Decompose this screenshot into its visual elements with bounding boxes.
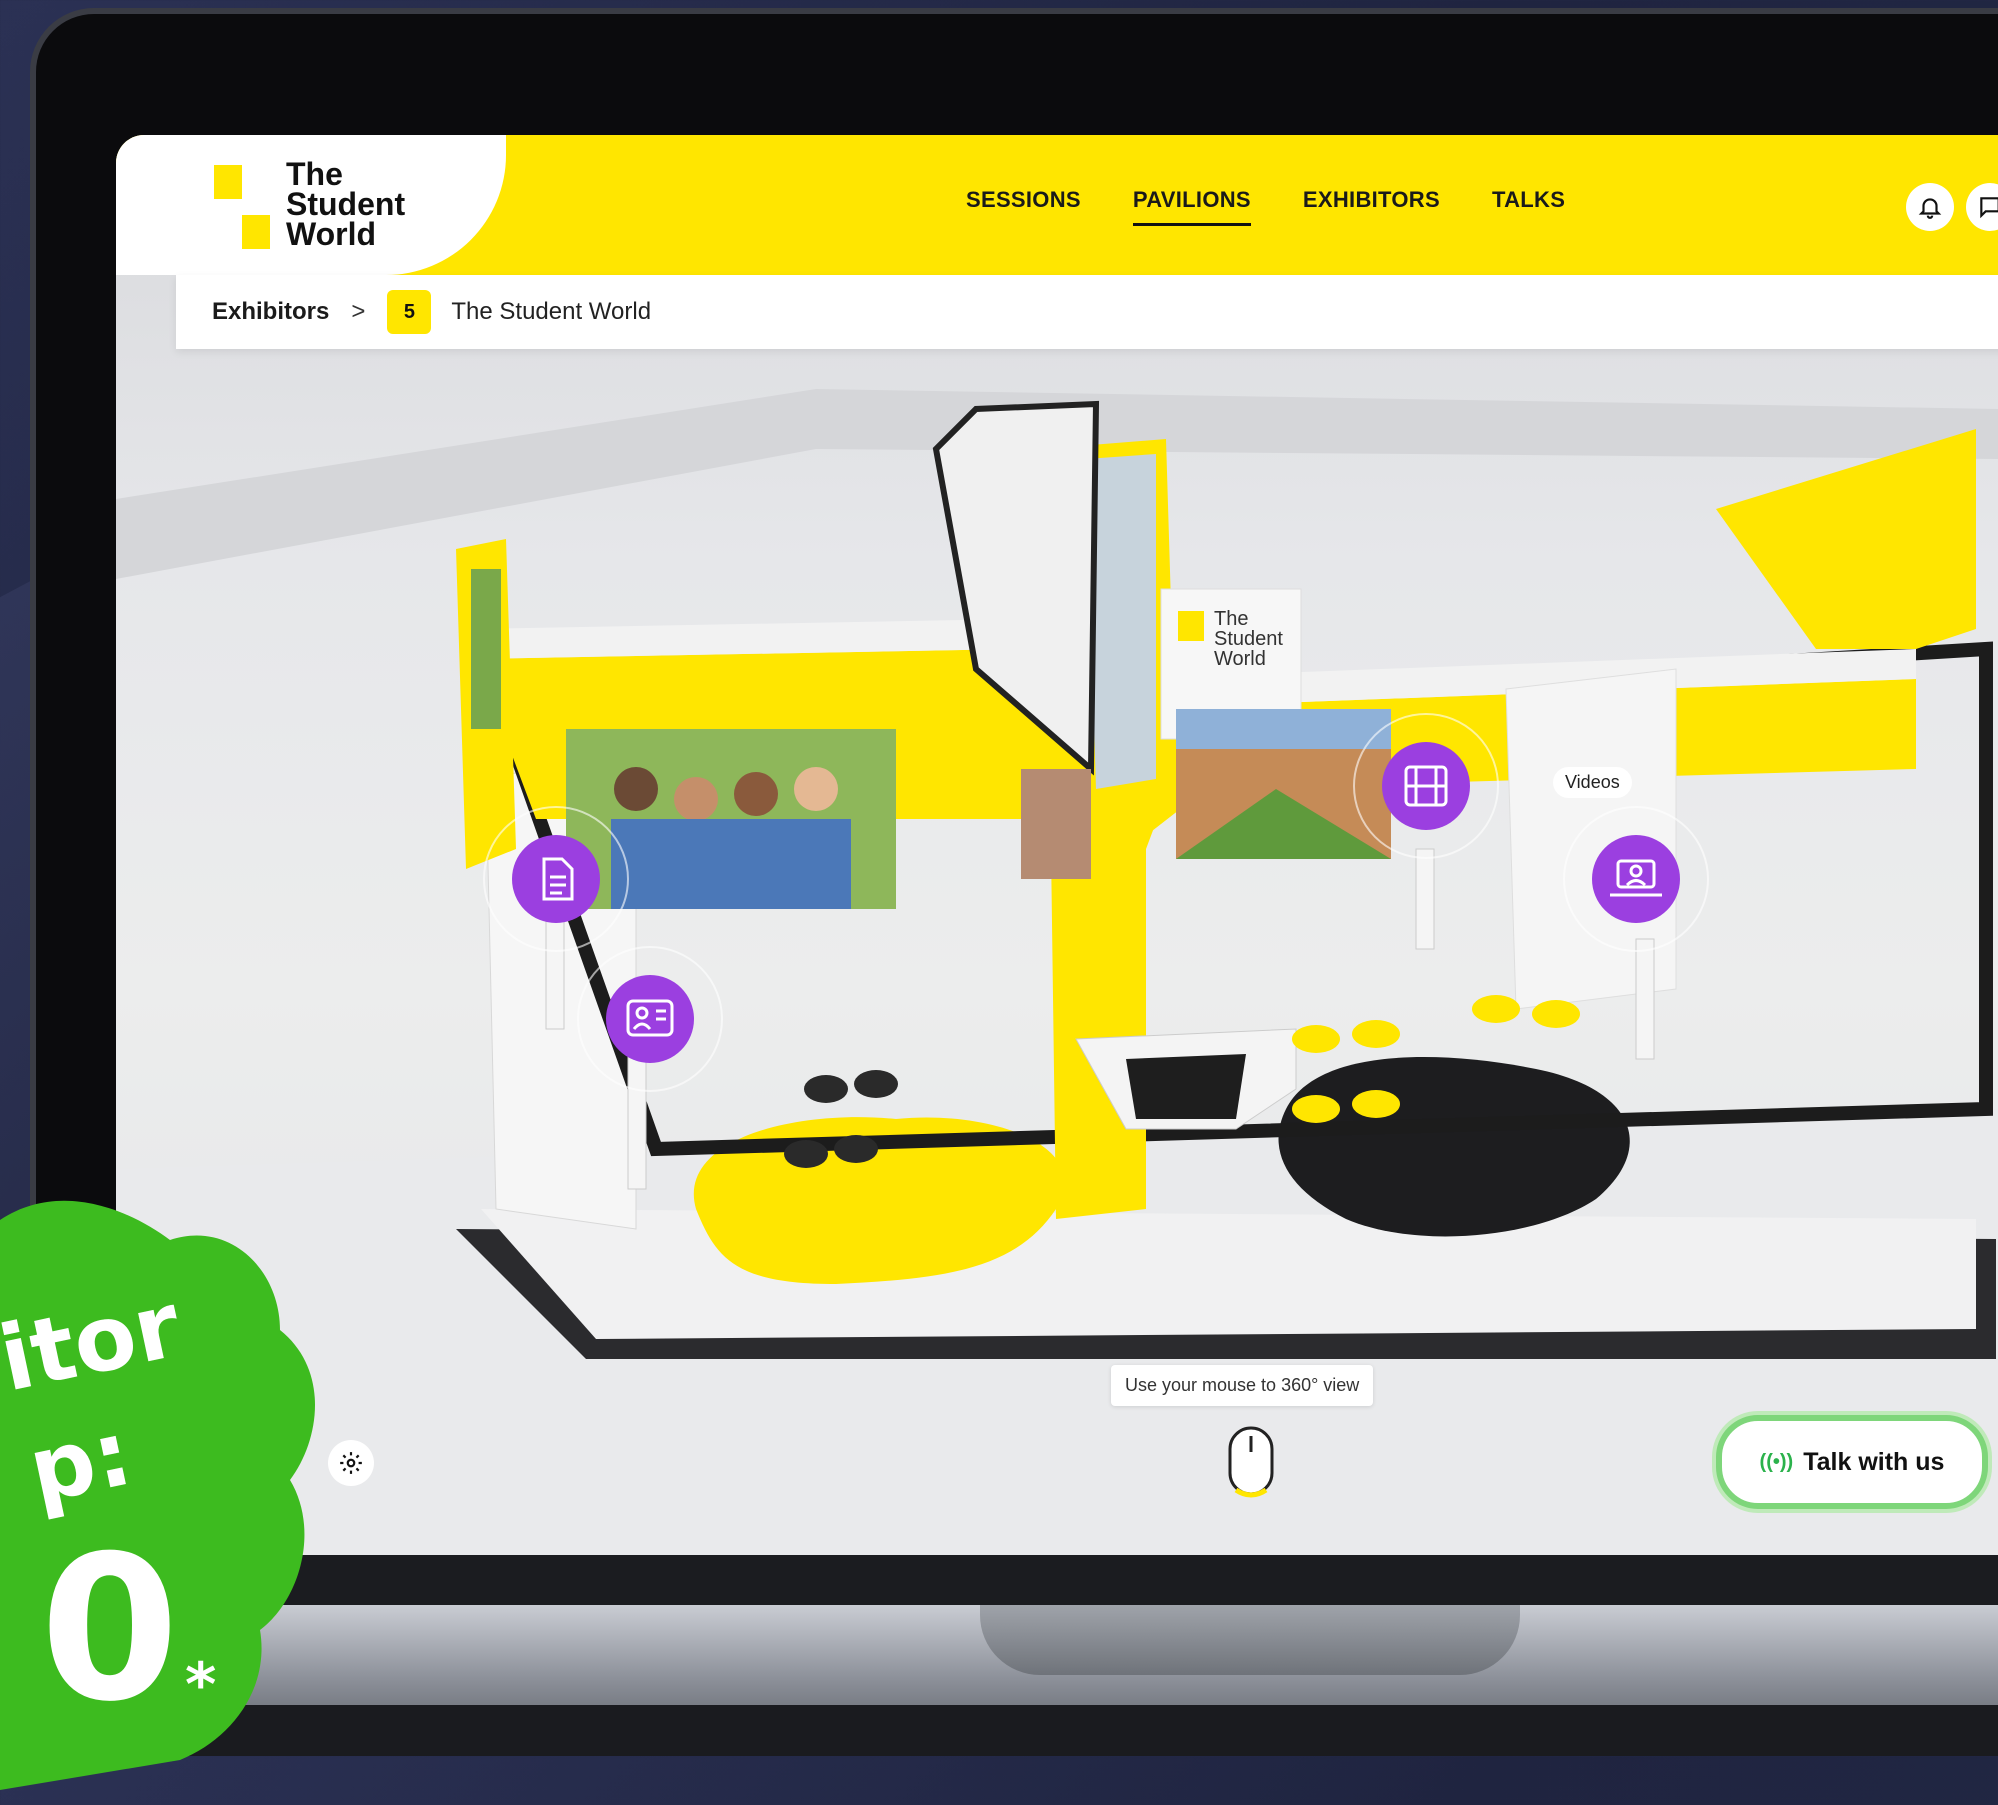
bell-icon[interactable]: [1906, 183, 1954, 231]
promo-asterisk: *: [185, 1650, 217, 1720]
logo-text: The Student World: [286, 156, 486, 252]
breadcrumb-exhibitors[interactable]: Exhibitors: [212, 298, 329, 326]
promo-line-3: 0: [40, 1513, 180, 1746]
side-photo: [1021, 769, 1091, 879]
broadcast-icon: ((•)): [1759, 1450, 1794, 1473]
logo-line-3: World: [286, 216, 377, 252]
booth-sign-line-3: World: [1214, 648, 1266, 670]
logo-mark-icon: [214, 165, 270, 249]
logo[interactable]: The Student World: [116, 135, 506, 275]
laptop-notch: [980, 1605, 1520, 1675]
videos-tooltip: Videos: [1553, 767, 1632, 798]
promo-line-2: p:: [20, 1400, 141, 1525]
breadcrumb: Exhibitors > 5 The Student World: [176, 275, 1998, 349]
promo-badge: itor p: 0 *: [0, 1180, 400, 1800]
nav-sessions[interactable]: SESSIONS: [966, 187, 1081, 226]
logo-line-2: Student: [286, 186, 406, 222]
exhibitor-logo-icon: 5: [387, 290, 432, 334]
breadcrumb-current: The Student World: [451, 298, 652, 325]
logo-line-1: The: [286, 156, 343, 192]
talk-with-us-label: Talk with us: [1803, 1447, 1945, 1476]
nav-talks[interactable]: TALKS: [1492, 187, 1565, 226]
top-bar: The Student World SESSIONS PAVILIONS EXH…: [116, 135, 1998, 275]
booth-sign-line-2: Student: [1214, 628, 1283, 650]
chat-icon[interactable]: [1966, 183, 1998, 231]
black-floor-rug: [1278, 1057, 1630, 1237]
talk-with-us-button[interactable]: ((•)) Talk with us: [1716, 1415, 1988, 1509]
main-nav: SESSIONS PAVILIONS EXHIBITORS TALKS: [966, 187, 1565, 226]
nav-exhibitors[interactable]: EXHIBITORS: [1303, 187, 1440, 226]
nav-pavilions[interactable]: PAVILIONS: [1132, 187, 1251, 226]
mouse-icon: [1226, 1420, 1276, 1505]
right-canopy-fin: [1716, 429, 1976, 649]
left-sign-photo: [471, 569, 501, 729]
breadcrumb-separator: >: [351, 298, 366, 325]
view-hint: Use your mouse to 360° view: [1111, 1365, 1374, 1406]
booth-sign-line-1: The: [1214, 608, 1248, 630]
